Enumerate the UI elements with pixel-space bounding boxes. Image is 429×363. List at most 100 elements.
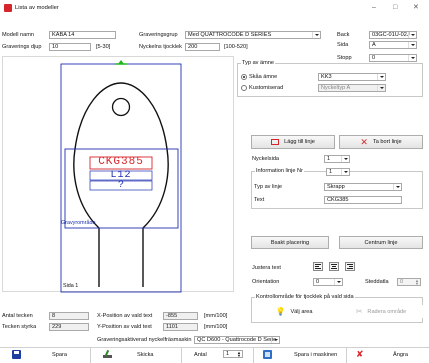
engraving-line-3[interactable]: ? xyxy=(92,181,150,191)
chevron-down-icon xyxy=(312,32,320,38)
engraving-line-1[interactable]: CKG385 xyxy=(92,157,150,168)
key-side-value: 1 xyxy=(327,156,331,162)
engraving-group-label: Graveringsgrup xyxy=(139,32,178,38)
remove-area-icon: ✂ xyxy=(355,306,363,316)
step-label: Steddatla xyxy=(365,279,389,285)
blank-select-value: KK3 xyxy=(321,74,332,80)
model-name-label: Modell namn xyxy=(2,32,35,38)
sketch-icon xyxy=(103,349,112,359)
custom-select-value: Nyckeltyp A xyxy=(321,85,351,91)
lightbulb-icon: 💡 xyxy=(275,306,286,316)
save-machine-button[interactable]: Spara i maskinen xyxy=(294,352,337,359)
depth-input[interactable]: 10 xyxy=(49,43,91,51)
orientation-label: Orientation xyxy=(252,279,280,285)
align-center-icon[interactable] xyxy=(329,262,339,271)
add-line-icon xyxy=(271,139,280,145)
chevron-down-icon xyxy=(341,156,349,162)
maximize-button[interactable]: □ xyxy=(393,4,397,11)
x-unit: [mm/100] xyxy=(204,313,228,319)
char-count-label: Antal tecken xyxy=(2,313,33,319)
add-line-button[interactable]: Lägg till linje xyxy=(251,135,335,149)
add-line-label: Lägg till linje xyxy=(284,139,315,145)
side-label: Sida xyxy=(337,42,349,48)
align-right-icon[interactable] xyxy=(345,262,355,271)
depth-label: Graverings djup xyxy=(2,44,42,50)
chevron-down-icon xyxy=(408,55,416,61)
cancel-icon: ✘ xyxy=(356,349,364,359)
key-preview-canvas[interactable]: CKG385 L12 ? Gravyrområde Sida 1 xyxy=(2,56,234,293)
machine-value: QC D600 - Quattrocode D Serie xyxy=(197,337,277,343)
sketch-button[interactable]: Skicka xyxy=(137,352,153,359)
side-select[interactable]: A xyxy=(369,41,417,49)
chevron-down-icon xyxy=(408,42,416,48)
y-pos-input: 1101 xyxy=(163,323,198,331)
machine-label: Graveringsaktiverad nyckelfräsmaskin xyxy=(97,337,192,343)
align-left-icon[interactable] xyxy=(313,262,323,271)
cancel-button[interactable]: Ångra xyxy=(393,352,408,359)
step-spinner[interactable]: 0 ▲ ▼ xyxy=(397,278,421,286)
remove-line-button[interactable]: ✕ Ta bort linje xyxy=(339,135,423,149)
save-icon xyxy=(12,350,21,359)
thickness-label: Nyckelns tjocklek xyxy=(139,44,182,50)
engraving-area-label: Gravyrområde xyxy=(61,220,96,226)
line-type-select[interactable]: Skrapp xyxy=(324,183,402,191)
spinner-arrows-icon: ▲ ▼ xyxy=(415,278,419,286)
chevron-down-icon xyxy=(377,74,385,80)
y-pos-label: Y-Position av vald text xyxy=(97,324,152,330)
model-name-input[interactable]: KABA 14 xyxy=(49,31,116,39)
stop-label: Stopp xyxy=(337,55,352,61)
thickness-range: [100-520] xyxy=(224,44,248,50)
adjust-text-label: Justera text xyxy=(252,265,281,271)
line-info-title: Information linje Nr xyxy=(255,168,304,175)
depth-range: [5-30] xyxy=(96,44,111,50)
key-hole xyxy=(111,97,131,117)
y-unit: [mm/100] xyxy=(204,324,228,330)
chevron-down-icon xyxy=(271,337,279,343)
blank-select[interactable]: KK3 xyxy=(318,73,386,81)
char-strength-input: 229 xyxy=(49,323,89,331)
custom-radio-label: Kustomiserad xyxy=(249,85,284,91)
remove-area-button[interactable]: ✂ Radera område xyxy=(339,305,423,318)
center-lines-button[interactable]: Centrum linje xyxy=(339,236,423,249)
blank-type-title: Typ av ämne xyxy=(241,60,276,67)
char-count-input: 8 xyxy=(49,312,89,320)
step-value: 0 xyxy=(400,279,404,285)
blank-radio-label: Skåa ämne xyxy=(249,74,278,80)
chevron-down-icon xyxy=(341,169,349,175)
remove-area-label: Radera område xyxy=(367,308,407,315)
minimize-button[interactable]: – xyxy=(372,4,376,11)
choose-area-label: Välj area xyxy=(290,308,313,315)
spinner-arrows-icon: ▲ ▼ xyxy=(237,350,241,358)
key-side-select[interactable]: 1 xyxy=(324,155,350,163)
chevron-down-icon xyxy=(377,85,385,91)
x-pos-input: -855 xyxy=(163,312,198,320)
engraving-group-value: Med QUATTROCODE D SERIES xyxy=(188,32,272,38)
custom-radio[interactable] xyxy=(241,85,247,91)
info-line-select[interactable]: 1 xyxy=(326,168,350,176)
orientation-value: 0 xyxy=(316,279,320,285)
choose-area-button[interactable]: 💡 Välj area xyxy=(255,305,333,318)
control-area-title: Kontrollområde för tjocklek på vald sida xyxy=(255,294,355,301)
back-value: 03GC-01U-02J xyxy=(372,32,410,38)
remove-line-label: Ta bort linje xyxy=(372,139,402,145)
close-button[interactable]: ✕ xyxy=(413,4,419,11)
info-line-value: 1 xyxy=(329,169,333,175)
machine-select[interactable]: QC D600 - Quattrocode D Serie xyxy=(194,336,280,344)
custom-select[interactable]: Nyckeltyp A xyxy=(318,84,386,92)
engraving-group-select[interactable]: Med QUATTROCODE D SERIES xyxy=(185,31,321,39)
line-type-value: Skrapp xyxy=(327,184,345,190)
back-select[interactable]: 03GC-01U-02J xyxy=(369,31,417,39)
save-button[interactable]: Spara xyxy=(52,352,67,359)
stop-select[interactable]: 0 xyxy=(369,54,417,62)
chevron-down-icon xyxy=(408,32,416,38)
count-spinner[interactable]: 1 ▲ ▼ xyxy=(223,350,243,358)
thickness-input[interactable]: 200 xyxy=(185,43,220,51)
back-label: Back xyxy=(337,32,350,38)
build-placement-button[interactable]: Bsakt placering xyxy=(251,236,329,249)
orientation-select[interactable]: 0 xyxy=(313,278,343,286)
x-pos-label: X-Position av vald text xyxy=(97,313,153,319)
blank-radio[interactable] xyxy=(241,74,247,80)
text-input[interactable]: CKG385 xyxy=(324,196,402,204)
chevron-down-icon xyxy=(393,184,401,190)
window-title: Lista av modeller xyxy=(15,5,59,11)
